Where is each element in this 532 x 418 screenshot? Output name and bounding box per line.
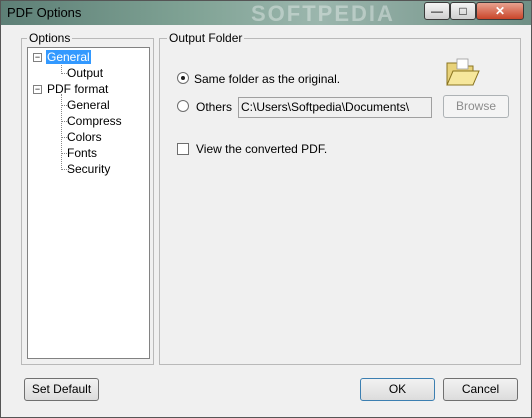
same-folder-radio[interactable] <box>177 72 189 84</box>
tree-item-compress[interactable]: Compress <box>67 114 122 128</box>
maximize-button[interactable]: □ <box>450 2 476 20</box>
output-folder-legend: Output Folder <box>167 31 245 45</box>
collapse-general-icon[interactable]: − <box>33 53 42 62</box>
window-title: PDF Options <box>7 5 82 20</box>
set-default-button[interactable]: Set Default <box>24 378 99 401</box>
tree-item-pdf-general[interactable]: General <box>67 98 110 112</box>
radio-selected-dot <box>181 76 185 80</box>
title-bar[interactable]: PDF Options SOFTPEDIA — □ ✕ <box>1 1 531 26</box>
ok-button[interactable]: OK <box>360 378 435 401</box>
tree-item-output[interactable]: Output <box>67 66 103 80</box>
tree-item-pdf-format[interactable]: PDF format <box>47 82 108 96</box>
output-path-field[interactable]: C:\Users\Softpedia\Documents\ <box>238 97 432 118</box>
same-folder-label[interactable]: Same folder as the original. <box>194 72 340 86</box>
view-pdf-checkbox[interactable] <box>177 143 189 155</box>
close-button[interactable]: ✕ <box>476 2 524 20</box>
tree-item-security[interactable]: Security <box>67 162 110 176</box>
cancel-button[interactable]: Cancel <box>443 378 518 401</box>
others-radio[interactable] <box>177 100 189 112</box>
minimize-button[interactable]: — <box>424 2 450 20</box>
tree-item-colors[interactable]: Colors <box>67 130 102 144</box>
open-folder-icon <box>446 58 480 86</box>
collapse-pdf-format-icon[interactable]: − <box>33 85 42 94</box>
others-label[interactable]: Others <box>196 100 232 114</box>
tree-item-general[interactable]: General <box>46 50 91 64</box>
options-tree[interactable]: − General Output − PDF format General Co… <box>27 47 150 359</box>
view-pdf-label[interactable]: View the converted PDF. <box>196 142 327 156</box>
pdf-options-window: PDF Options SOFTPEDIA — □ ✕ Options − Ge… <box>0 0 532 418</box>
browse-button[interactable]: Browse <box>443 95 509 118</box>
options-legend: Options <box>27 31 73 45</box>
watermark: SOFTPEDIA <box>251 1 395 26</box>
tree-item-fonts[interactable]: Fonts <box>67 146 97 160</box>
